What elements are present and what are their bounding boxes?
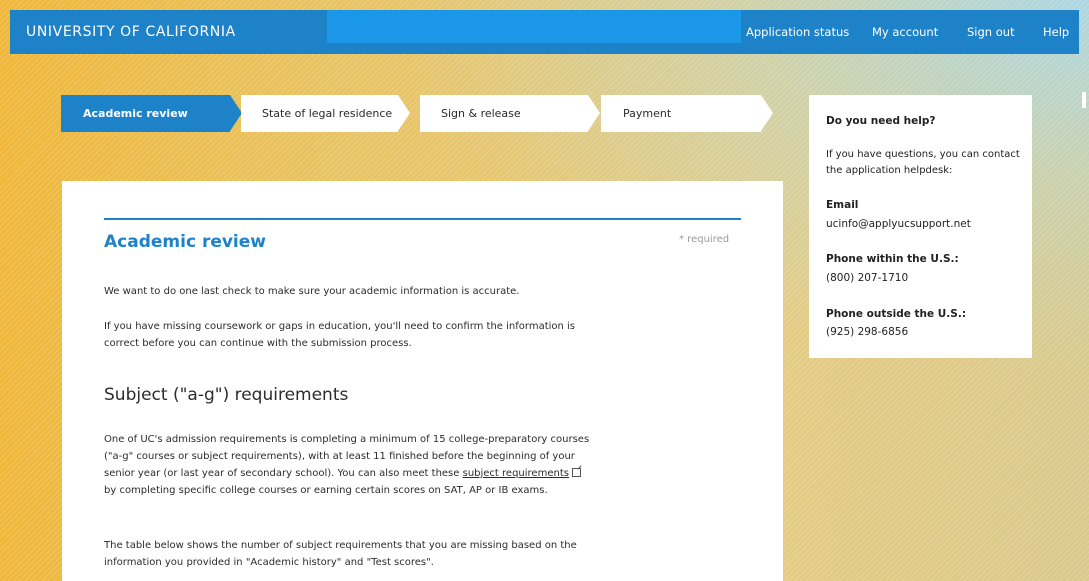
help-phone-intl-label: Phone outside the U.S.: <box>826 308 967 320</box>
nav-help[interactable]: Help <box>1043 10 1069 54</box>
subject-requirements-text: One of UC's admission requirements is co… <box>104 431 594 499</box>
help-phone-us-label: Phone within the U.S.: <box>826 253 959 265</box>
intro-text: We want to do one last check to make sur… <box>104 286 520 297</box>
step-sign-and-release[interactable]: Sign & release <box>420 95 600 132</box>
nav-sign-out[interactable]: Sign out <box>967 10 1015 54</box>
table-note-text: The table below shows the number of subj… <box>104 540 577 568</box>
help-description: If you have questions, you can contact t… <box>826 149 1020 176</box>
edge-mark <box>1082 92 1086 108</box>
university-logo-text[interactable]: UNIVERSITY OF CALIFORNIA <box>26 10 236 54</box>
page-title: Academic review <box>104 232 266 252</box>
help-email-label: Email <box>826 199 859 211</box>
help-phone-us-value[interactable]: (800) 207-1710 <box>826 272 908 284</box>
main-content-card: Academic review * required We want to do… <box>62 181 783 581</box>
help-email-value[interactable]: ucinfo@applyucsupport.net <box>826 218 971 230</box>
help-title: Do you need help? <box>826 115 936 127</box>
title-divider <box>104 218 741 220</box>
step-academic-review[interactable]: Academic review <box>61 95 242 132</box>
help-panel: Do you need help? If you have questions,… <box>809 95 1032 358</box>
step-payment[interactable]: Payment <box>601 95 773 132</box>
nav-my-account[interactable]: My account <box>872 10 938 54</box>
subject-requirements-heading: Subject ("a-g") requirements <box>104 385 349 405</box>
step-state-of-legal-residence[interactable]: State of legal residence <box>241 95 410 132</box>
header-accent-strip <box>327 10 741 43</box>
subject-requirements-link[interactable]: subject requirements <box>463 468 569 479</box>
top-navigation-bar: UNIVERSITY OF CALIFORNIA Application sta… <box>10 10 1079 54</box>
missing-coursework-text: If you have missing coursework or gaps i… <box>104 321 576 349</box>
help-phone-intl-value[interactable]: (925) 298-6856 <box>826 326 908 338</box>
nav-application-status[interactable]: Application status <box>746 10 849 54</box>
subject-text-after: by completing specific college courses o… <box>104 485 548 496</box>
external-link-icon[interactable] <box>571 468 581 477</box>
required-note: * required <box>679 234 730 245</box>
